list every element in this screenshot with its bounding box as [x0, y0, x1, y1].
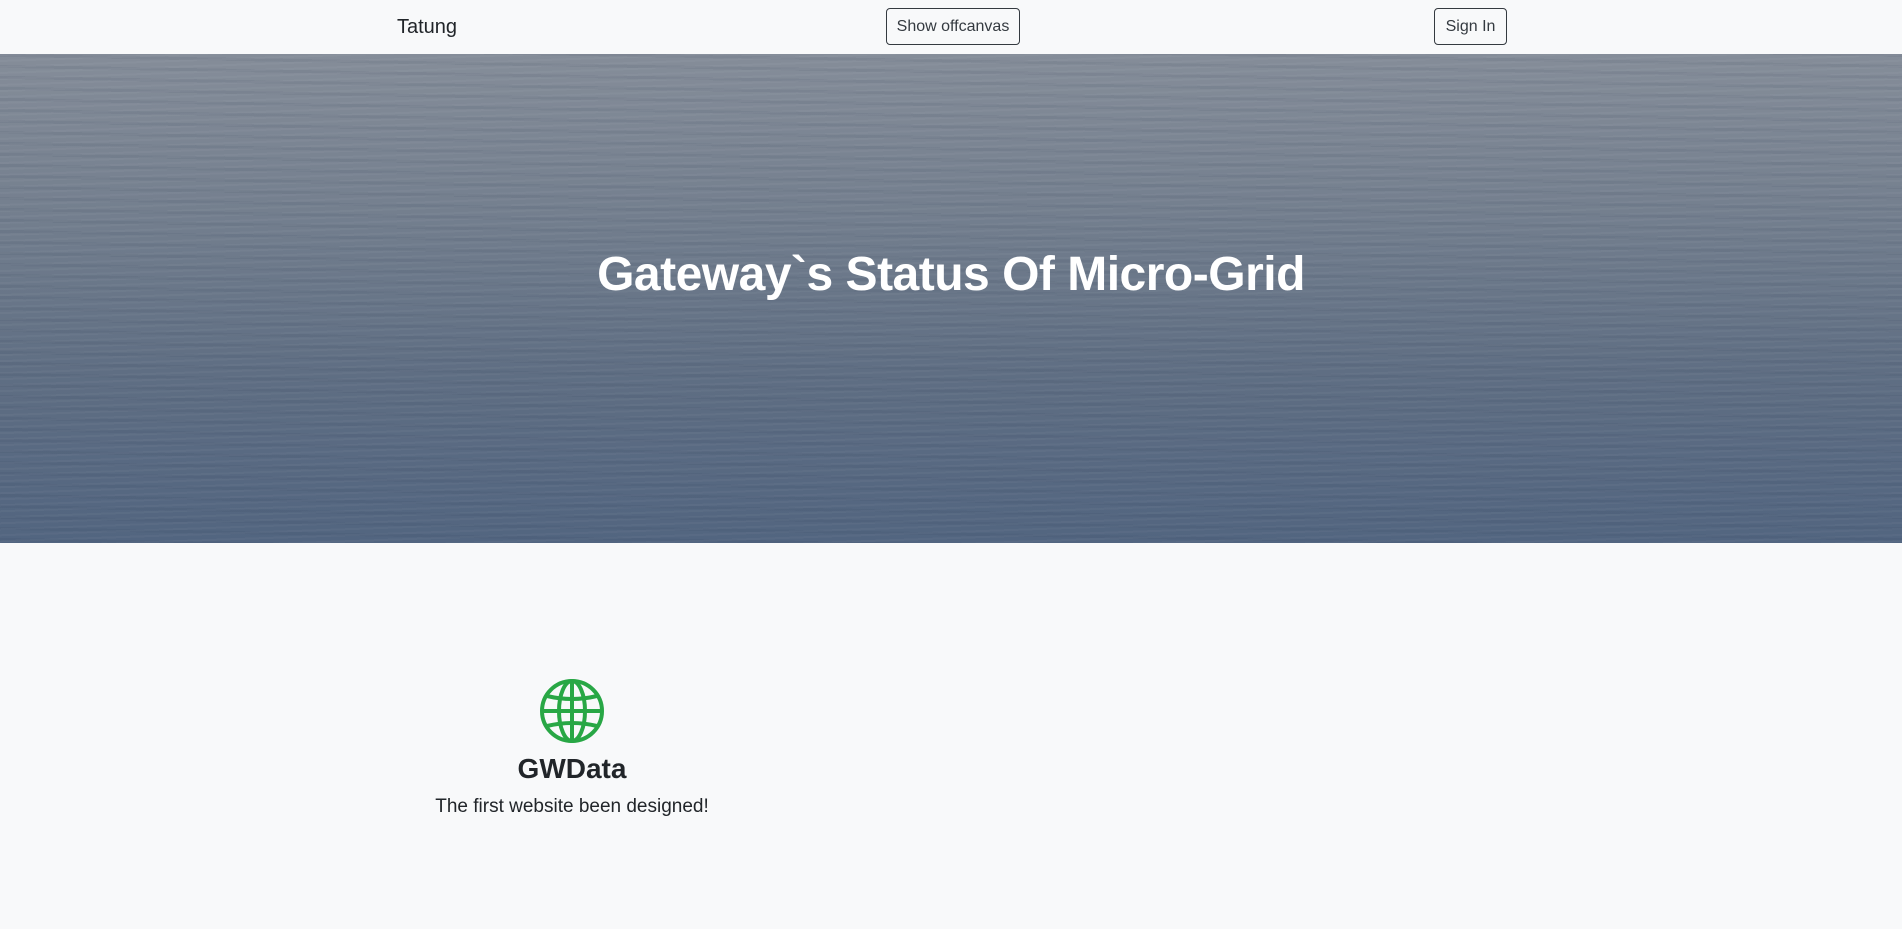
hero-title: Gateway`s Status Of Micro-Grid — [597, 248, 1305, 301]
feature-description: The first website been designed! — [435, 796, 709, 817]
brand-link[interactable]: Tatung — [397, 13, 457, 41]
features-section: GWData The first website been designed! — [0, 543, 1902, 929]
navbar: Tatung Show offcanvas Sign In — [0, 0, 1902, 54]
globe-icon — [540, 679, 604, 743]
sign-in-button[interactable]: Sign In — [1434, 8, 1507, 45]
hero-banner: Gateway`s Status Of Micro-Grid — [0, 54, 1902, 543]
feature-item-gwdata: GWData The first website been designed! — [397, 678, 747, 820]
feature-title: GWData — [517, 753, 627, 784]
show-offcanvas-button[interactable]: Show offcanvas — [886, 8, 1020, 45]
